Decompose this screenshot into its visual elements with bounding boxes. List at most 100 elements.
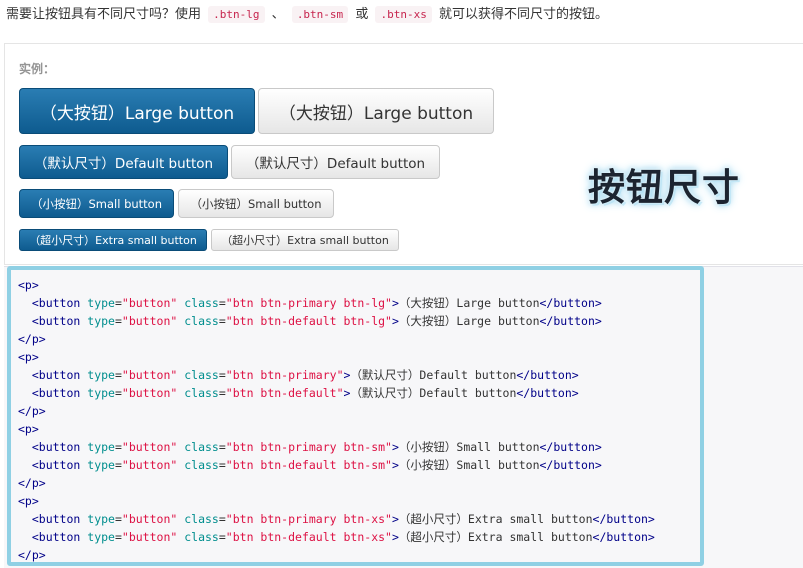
code-line: <button type="button" class="btn btn-def… <box>18 312 602 330</box>
code-tag: <button <box>31 512 81 526</box>
code-eq: = <box>218 368 226 382</box>
code-line: </p> <box>18 474 46 492</box>
code-text: （大按钮）Large button <box>398 296 540 310</box>
code-attr: type <box>87 314 115 328</box>
code-value: "button" <box>121 368 178 382</box>
code-tag: </button> <box>539 440 602 454</box>
code-eq: = <box>218 458 226 472</box>
code-line: <button type="button" class="btn btn-pri… <box>18 294 602 312</box>
code-value: "btn btn-primary btn-xs" <box>225 512 392 526</box>
code-value: "btn btn-default btn-sm" <box>225 458 392 472</box>
code-tag: </button> <box>539 296 602 310</box>
code-attr: class <box>184 530 219 544</box>
button-size-caption: 按钮尺寸 <box>588 166 740 209</box>
code-eq: = <box>114 296 122 310</box>
code-value: "button" <box>121 440 178 454</box>
code-tag: </button> <box>592 512 655 526</box>
code-eq: = <box>218 440 226 454</box>
code-text: （默认尺寸）Default button <box>350 368 517 382</box>
intro-suffix: 就可以获得不同尺寸的按钮。 <box>438 7 608 22</box>
code-text: （默认尺寸）Default button <box>350 386 517 400</box>
xsmall-primary-button[interactable]: （超小尺寸）Extra small button <box>19 229 207 251</box>
code-value: "button" <box>121 530 178 544</box>
code-line: <button type="button" class="btn btn-pri… <box>18 366 579 384</box>
code-value: "button" <box>121 296 178 310</box>
code-eq: = <box>218 512 226 526</box>
code-btn-xs: .btn-xs <box>375 6 432 23</box>
code-line: <p> <box>18 348 39 366</box>
code-tag: </button> <box>516 386 579 400</box>
code-text: （大按钮）Large button <box>398 314 540 328</box>
code-value: "button" <box>121 512 178 526</box>
code-eq: = <box>218 530 226 544</box>
code-attr: type <box>87 458 115 472</box>
intro-sep2: 或 <box>355 7 369 22</box>
code-line: </p> <box>18 330 46 348</box>
code-attr: class <box>184 314 219 328</box>
code-text: （超小尺寸）Extra small button <box>398 512 593 526</box>
code-tag: </button> <box>592 530 655 544</box>
code-eq: = <box>114 440 122 454</box>
code-tag: <button <box>31 386 81 400</box>
code-line: <button type="button" class="btn btn-def… <box>18 456 602 474</box>
code-value: "btn btn-default btn-lg" <box>225 314 392 328</box>
intro-sep1: 、 <box>271 7 285 22</box>
intro-prefix: 需要让按钮具有不同尺寸吗？使用 <box>6 7 202 22</box>
code-attr: type <box>87 386 115 400</box>
large-primary-button[interactable]: （大按钮）Large button <box>19 88 255 134</box>
code-value: "btn btn-primary" <box>225 368 344 382</box>
code-attr: type <box>87 440 115 454</box>
code-tag: <p> <box>18 422 39 436</box>
code-text: （超小尺寸）Extra small button <box>398 530 593 544</box>
code-attr: class <box>184 386 219 400</box>
code-tag: <button <box>31 440 81 454</box>
code-btn-sm: .btn-sm <box>291 6 349 23</box>
code-tag: </button> <box>516 368 579 382</box>
code-attr: type <box>87 296 115 310</box>
code-eq: = <box>114 530 122 544</box>
code-value: "button" <box>121 386 178 400</box>
code-tag: <button <box>31 368 81 382</box>
code-eq: = <box>114 314 122 328</box>
code-tag: <button <box>31 314 81 328</box>
small-default-button[interactable]: （小按钮）Small button <box>178 189 334 218</box>
code-attr: class <box>184 512 219 526</box>
code-text: （小按钮）Small button <box>398 458 540 472</box>
code-tag: </p> <box>18 476 46 490</box>
code-tag: <p> <box>18 350 39 364</box>
code-tag: > <box>391 440 399 454</box>
code-text: （小按钮）Small button <box>398 440 540 454</box>
code-attr: class <box>184 296 219 310</box>
example-label: 实例： <box>19 62 56 76</box>
code-line: <button type="button" class="btn btn-pri… <box>18 510 655 528</box>
large-default-button[interactable]: （大按钮）Large button <box>258 88 494 134</box>
code-attr: type <box>87 368 115 382</box>
code-eq: = <box>218 386 226 400</box>
code-tag: <button <box>31 296 81 310</box>
code-value: "btn btn-primary btn-sm" <box>225 440 392 454</box>
xsmall-default-button[interactable]: （超小尺寸）Extra small button <box>211 229 399 251</box>
code-line: <p> <box>18 492 39 510</box>
code-attr: type <box>87 530 115 544</box>
code-tag: <button <box>31 458 81 472</box>
code-tag: > <box>391 458 399 472</box>
code-tag: </p> <box>18 548 46 562</box>
code-line: <button type="button" class="btn btn-pri… <box>18 438 602 456</box>
code-tag: </button> <box>539 458 602 472</box>
code-attr: class <box>184 368 219 382</box>
code-btn-lg: .btn-lg <box>208 6 265 23</box>
code-line: <button type="button" class="btn btn-def… <box>18 384 579 402</box>
code-value: "button" <box>121 314 178 328</box>
code-tag: > <box>391 530 399 544</box>
code-value: "btn btn-default btn-xs" <box>225 530 392 544</box>
intro-text: 需要让按钮具有不同尺寸吗？使用 .btn-lg 、 .btn-sm 或 .btn… <box>6 4 608 26</box>
code-line: </p> <box>18 546 46 564</box>
code-tag: > <box>391 314 399 328</box>
small-primary-button[interactable]: （小按钮）Small button <box>19 189 174 218</box>
code-line: <button type="button" class="btn btn-def… <box>18 528 655 546</box>
default-default-button[interactable]: （默认尺寸）Default button <box>231 145 440 179</box>
default-primary-button[interactable]: （默认尺寸）Default button <box>19 145 228 179</box>
code-line: </p> <box>18 402 46 420</box>
code-value: "button" <box>121 458 178 472</box>
code-tag: <p> <box>18 494 39 508</box>
